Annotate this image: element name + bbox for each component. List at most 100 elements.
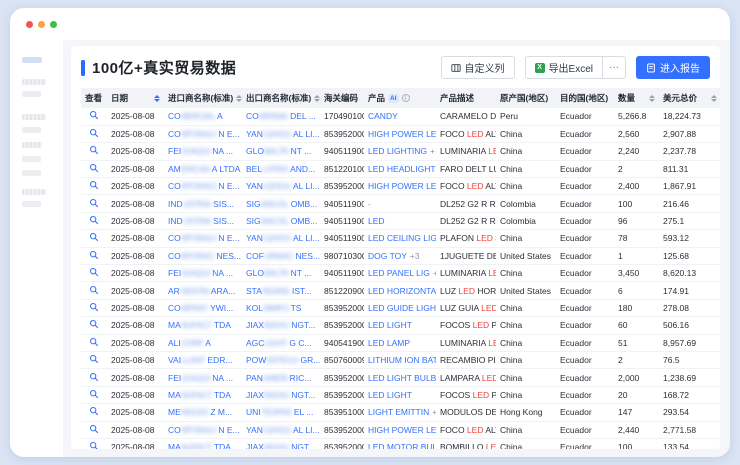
view-detail-button[interactable] <box>81 265 107 282</box>
importer-link[interactable]: CORPORACI N E... <box>164 178 242 195</box>
importer-link[interactable]: MANUFACT TDA <box>164 317 242 334</box>
product-link[interactable]: LITHIUM ION BATT <box>364 351 436 368</box>
view-detail-button[interactable] <box>81 195 107 212</box>
importer-link[interactable]: MANUFACT TDA <box>164 438 242 449</box>
sidebar-item-placeholder[interactable] <box>22 79 46 85</box>
sort-icon[interactable] <box>314 95 320 102</box>
column-header-10[interactable]: 美元总价 <box>659 88 720 108</box>
sidebar-item-placeholder[interactable] <box>22 114 46 120</box>
importer-link[interactable]: CORPORAC NES... <box>164 247 242 264</box>
exporter-link[interactable]: AGCLIGHT G C... <box>242 334 320 351</box>
view-detail-button[interactable] <box>81 125 107 142</box>
column-header-3[interactable]: 出口商名称(标准) <box>242 88 320 108</box>
exporter-link[interactable]: PANAMERI RIC... <box>242 369 320 386</box>
exporter-link[interactable]: SIGMACOL OMB... <box>242 195 320 212</box>
exporter-link[interactable]: COFORMAC NES... <box>242 247 320 264</box>
sidebar-item-active[interactable] <box>22 57 42 63</box>
product-link[interactable]: LED <box>364 212 436 229</box>
product-link[interactable]: - <box>364 195 436 212</box>
importer-link[interactable]: ARGENTIN ARA... <box>164 282 242 299</box>
exporter-link[interactable]: POWERTECH GR... <box>242 351 320 368</box>
product-link[interactable]: HIGH POWER LED F <box>364 178 436 195</box>
importer-link[interactable]: MANUFACT TDA <box>164 386 242 403</box>
product-link[interactable]: LED LAMP <box>364 334 436 351</box>
product-link[interactable]: LIGHT EMITTIN+1 <box>364 404 436 421</box>
importer-link[interactable]: FEIJOAQUI NA ... <box>164 265 242 282</box>
view-detail-button[interactable] <box>81 108 107 125</box>
exporter-link[interactable]: STANDARD IST... <box>242 282 320 299</box>
sidebar-item-placeholder[interactable] <box>22 170 41 176</box>
importer-link[interactable]: CORPORACI N E... <box>164 421 242 438</box>
importer-link[interactable]: INDUSTRIA SIS... <box>164 212 242 229</box>
product-link[interactable]: LED LIGHTING+1 <box>364 143 436 160</box>
sidebar-item-placeholder[interactable] <box>22 91 41 97</box>
view-detail-button[interactable] <box>81 317 107 334</box>
sort-icon[interactable] <box>154 95 160 102</box>
view-detail-button[interactable] <box>81 386 107 403</box>
sort-icon[interactable] <box>649 95 655 102</box>
product-link[interactable]: LED LIGHT <box>364 317 436 334</box>
exporter-link[interactable]: JIAXINGHU NGT... <box>242 317 320 334</box>
exporter-link[interactable]: YANGZHOU AL LI... <box>242 421 320 438</box>
importer-link[interactable]: INDUSTRIA SIS... <box>164 195 242 212</box>
sidebar-item-placeholder[interactable] <box>22 201 41 207</box>
exporter-link[interactable]: KOLNIMPO TS <box>242 299 320 316</box>
view-detail-button[interactable] <box>81 247 107 264</box>
view-detail-button[interactable] <box>81 299 107 316</box>
importer-link[interactable]: CORPORACI N E... <box>164 125 242 142</box>
minimize-window-dot[interactable] <box>38 21 45 28</box>
column-header-9[interactable]: 数量 <box>614 88 659 108</box>
importer-link[interactable]: COMPANY YWI... <box>164 299 242 316</box>
importer-link[interactable]: FEIJOAQUI NA ... <box>164 369 242 386</box>
exporter-link[interactable]: UNITEDPAR EL ... <box>242 404 320 421</box>
sidebar-item-placeholder[interactable] <box>22 189 46 195</box>
importer-link[interactable]: FEIJOAQUI NA ... <box>164 143 242 160</box>
importer-link[interactable]: ALICORP A <box>164 334 242 351</box>
export-more-button[interactable]: ··· <box>603 56 626 79</box>
view-detail-button[interactable] <box>81 369 107 386</box>
exporter-link[interactable]: YANGZHOU AL LI... <box>242 125 320 142</box>
product-link[interactable]: LED GUIDE LIGHT T <box>364 299 436 316</box>
importer-link[interactable]: AMERICAN A LTDA <box>164 160 242 177</box>
product-link[interactable]: LED LIGHT <box>364 386 436 403</box>
maximize-window-dot[interactable] <box>50 21 57 28</box>
sort-icon[interactable] <box>236 95 242 102</box>
product-link[interactable]: LED HORIZONTAL <box>364 282 436 299</box>
enter-report-button[interactable]: 进入报告 <box>636 56 710 79</box>
importer-link[interactable]: CORPORACI N E... <box>164 230 242 247</box>
exporter-link[interactable]: COMPANIA DEL ... <box>242 108 320 125</box>
more-products-badge[interactable]: +1 <box>430 146 436 156</box>
view-detail-button[interactable] <box>81 404 107 421</box>
view-detail-button[interactable] <box>81 282 107 299</box>
sidebar-item-placeholder[interactable] <box>22 142 42 148</box>
exporter-link[interactable]: GLOBALTR NT ... <box>242 265 320 282</box>
exporter-link[interactable]: BELLATRIX AND... <box>242 160 320 177</box>
view-detail-button[interactable] <box>81 143 107 160</box>
view-detail-button[interactable] <box>81 178 107 195</box>
exporter-link[interactable]: JIAXINGHU NGT... <box>242 438 320 449</box>
exporter-link[interactable]: GLOBALTR NT ... <box>242 143 320 160</box>
export-excel-button[interactable]: X 导出Excel <box>525 56 603 79</box>
view-detail-button[interactable] <box>81 334 107 351</box>
close-window-dot[interactable] <box>26 21 33 28</box>
column-header-2[interactable]: 进口商名称(标准) <box>164 88 242 108</box>
product-link[interactable]: CANDY <box>364 108 436 125</box>
sidebar-item-placeholder[interactable] <box>22 156 41 162</box>
exporter-link[interactable]: SIGMACOL OMB... <box>242 212 320 229</box>
view-detail-button[interactable] <box>81 351 107 368</box>
product-link[interactable]: LED PANEL LIG+1 <box>364 265 436 282</box>
importer-link[interactable]: MENDOZA Z M... <box>164 404 242 421</box>
exporter-link[interactable]: YANGZHOU AL LI... <box>242 230 320 247</box>
column-header-1[interactable]: 日期 <box>107 88 164 108</box>
exporter-link[interactable]: JIAXINGHU NGT... <box>242 386 320 403</box>
product-link[interactable]: HIGH POWER LED F <box>364 125 436 142</box>
view-detail-button[interactable] <box>81 438 107 449</box>
exporter-link[interactable]: YANGZHOU AL LI... <box>242 178 320 195</box>
customize-columns-button[interactable]: 自定义列 <box>441 56 515 79</box>
view-detail-button[interactable] <box>81 160 107 177</box>
more-products-badge[interactable]: +3 <box>410 251 420 261</box>
product-link[interactable]: DOG TOY+3 <box>364 247 436 264</box>
view-detail-button[interactable] <box>81 421 107 438</box>
product-link[interactable]: LED MOTOR BULB <box>364 438 436 449</box>
more-products-badge[interactable]: +1 <box>432 407 436 417</box>
